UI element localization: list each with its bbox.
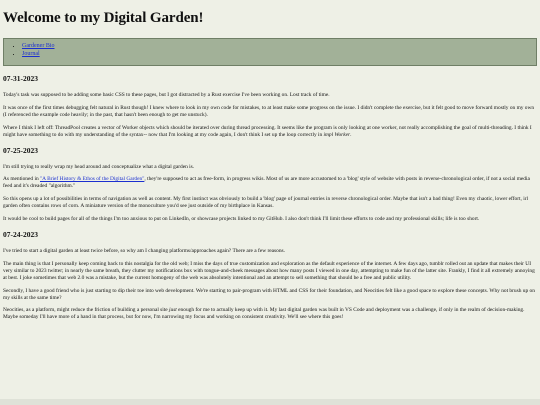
gardener-bio-link[interactable]: Gardener Bio bbox=[22, 43, 55, 49]
entry-text: Where I think I left off: ThreadPool cre… bbox=[3, 124, 532, 138]
entry-date: 07-31-2023 bbox=[3, 74, 38, 83]
entry-text: . bbox=[350, 131, 352, 138]
digital-garden-history-link[interactable]: "A Brief History & Ethos of the Digital … bbox=[40, 176, 144, 182]
entry-text: As mentioned in bbox=[3, 176, 40, 183]
journal-link[interactable]: Journal bbox=[22, 51, 40, 57]
entry-paragraph: It would be cool to build pages for all … bbox=[3, 216, 480, 223]
entry-paragraph: Today's task was supposed to be adding s… bbox=[3, 92, 330, 98]
entry-date: 07-25-2023 bbox=[3, 145, 38, 155]
journal-entry: 07-25-2023 I'm still trying to really wr… bbox=[3, 146, 537, 223]
entry-paragraph: Neocities, as a platform, might reduce t… bbox=[3, 307, 537, 321]
site-nav: Gardener Bio Journal bbox=[3, 38, 537, 66]
emphasis-text: just bbox=[169, 307, 177, 314]
page-title: Welcome to my Digital Garden! bbox=[3, 10, 204, 26]
journal-entry: 07-31-2023 Today's task was supposed to … bbox=[3, 74, 537, 139]
entry-paragraph: The main thing is that I personally keep… bbox=[3, 260, 535, 281]
entry-paragraph: So this opens up a lot of possibilities … bbox=[3, 196, 528, 210]
nav-list: Gardener Bio Journal bbox=[10, 43, 536, 58]
journal-entry: 07-24-2023 I've tried to start a digital… bbox=[3, 230, 537, 321]
entry-paragraph: I'm still trying to really wrap my head … bbox=[3, 163, 195, 170]
entry-paragraph: Where I think I left off: ThreadPool cre… bbox=[3, 125, 537, 139]
code-reference: impl Worker bbox=[323, 131, 351, 138]
entry-paragraph: It was once of the first times debugging… bbox=[3, 104, 535, 118]
bottom-edge bbox=[0, 399, 540, 405]
entry-text: Neocities, as a platform, might reduce t… bbox=[3, 307, 170, 314]
nav-item-journal: Journal bbox=[22, 51, 536, 59]
entry-paragraph: I've tried to start a digital garden at … bbox=[3, 247, 285, 254]
entry-paragraph: Secondly, I have a good friend who is ju… bbox=[3, 287, 535, 301]
entry-date: 07-24-2023 bbox=[3, 229, 38, 239]
entry-paragraph: As mentioned in "A Brief History & Ethos… bbox=[3, 176, 537, 190]
nav-item-gardener-bio: Gardener Bio bbox=[22, 43, 536, 51]
